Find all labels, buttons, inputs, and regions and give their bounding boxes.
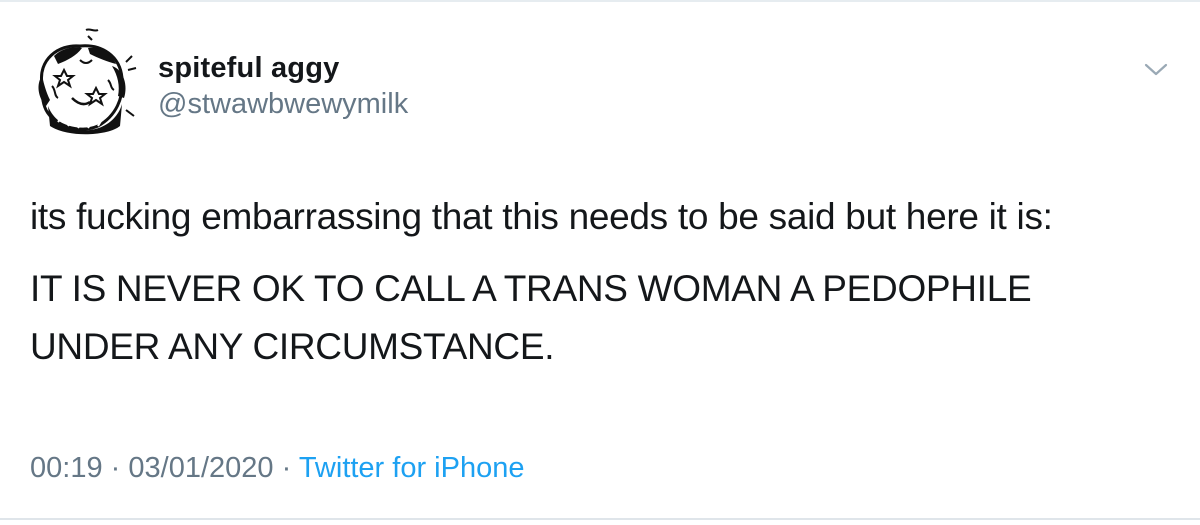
cartoon-avatar-icon [38, 28, 137, 135]
tweet-metadata: 00:19 · 03/01/2020 · Twitter for iPhone [30, 452, 524, 485]
separator-dot: · [281, 452, 292, 484]
top-divider [0, 0, 1200, 2]
tweet-text-line: UNDER ANY CIRCUMSTANCE. [30, 326, 555, 367]
tweet-time[interactable]: 00:19 [30, 452, 103, 484]
tweet-menu-button[interactable] [1140, 55, 1172, 83]
display-name[interactable]: spiteful aggy [158, 52, 339, 85]
tweet-date[interactable]: 03/01/2020 [128, 452, 273, 484]
user-handle[interactable]: @stwawbwewymilk [158, 88, 408, 121]
avatar[interactable] [28, 26, 140, 138]
separator-dot: · [110, 452, 121, 484]
tweet-text-line: IT IS NEVER OK TO CALL A TRANS WOMAN A P… [30, 268, 1032, 309]
chevron-down-icon [1144, 63, 1168, 76]
tweet-text-line: its fucking embarrassing that this needs… [30, 196, 1053, 237]
tweet-source-link[interactable]: Twitter for iPhone [299, 452, 525, 484]
bottom-divider [0, 518, 1200, 520]
